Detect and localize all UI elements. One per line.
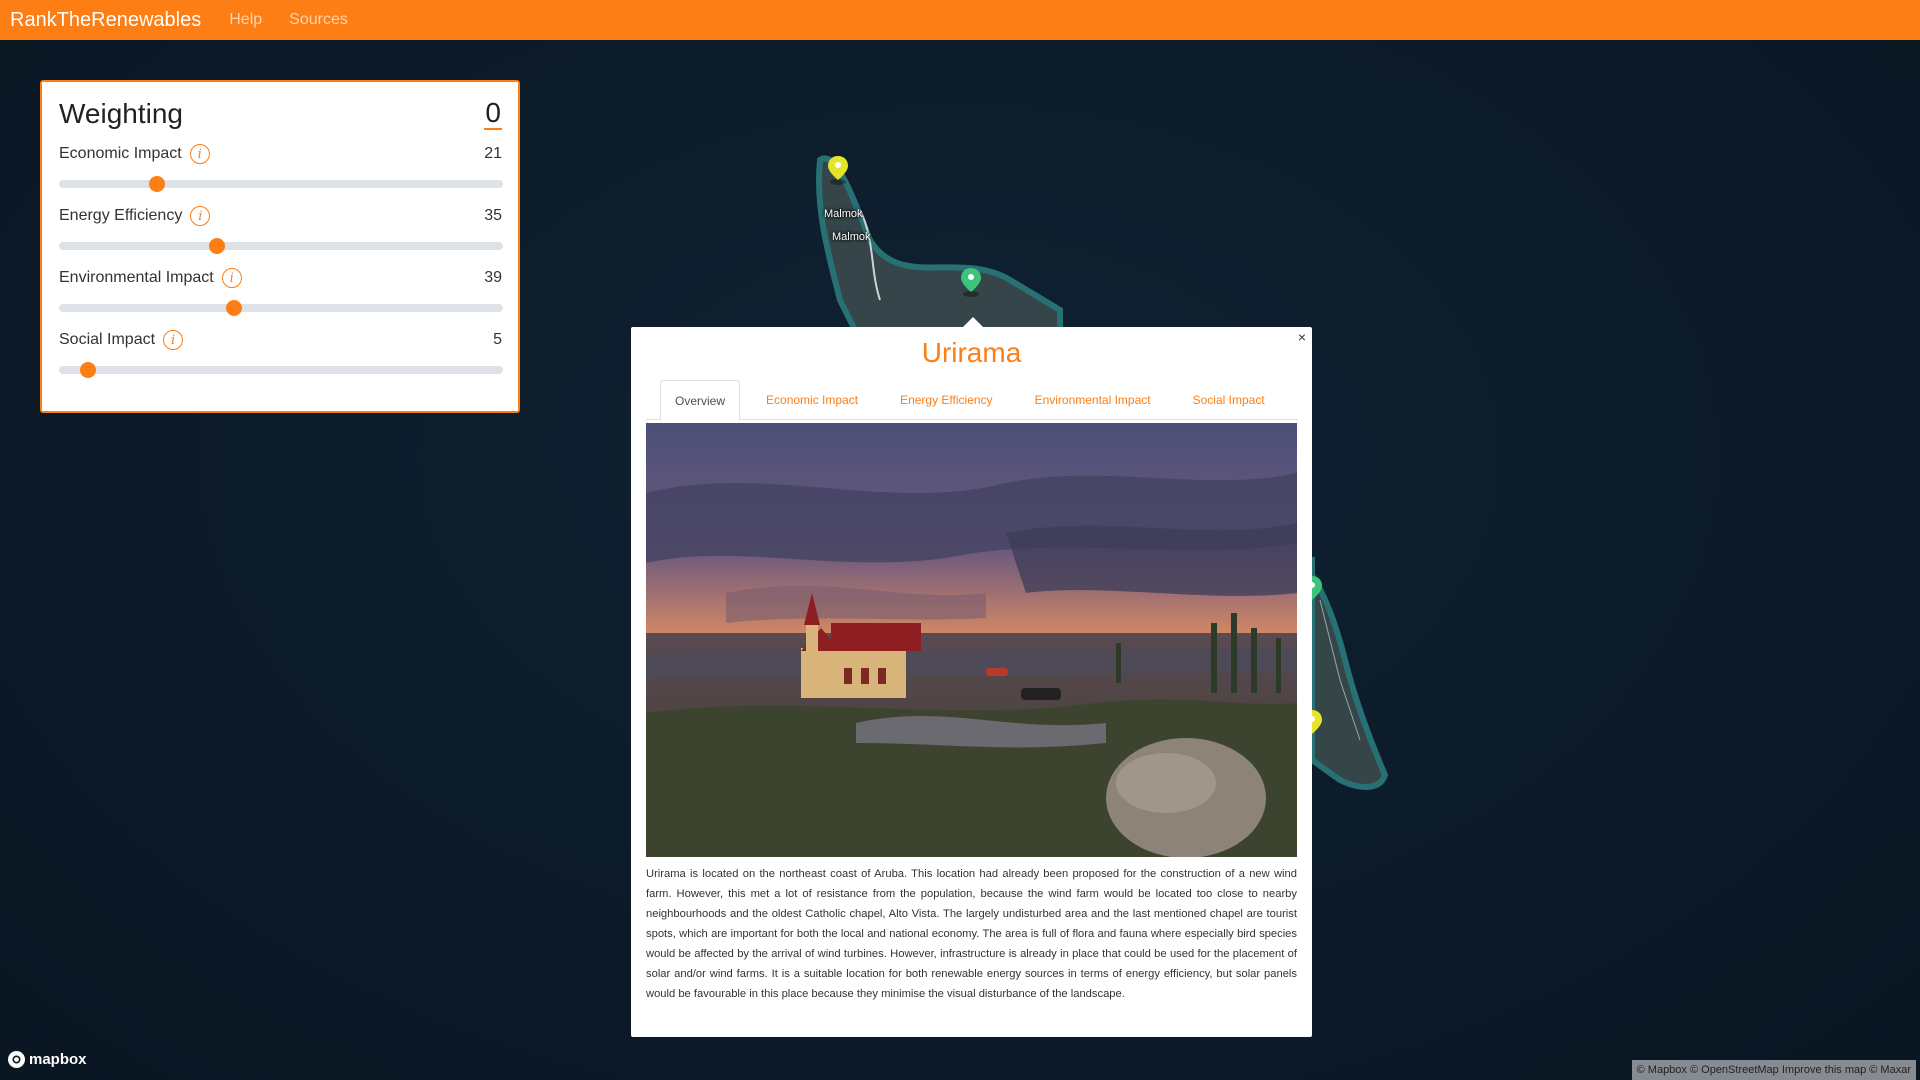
environmental-slider[interactable] [59,300,503,316]
tab-economic-impact[interactable]: Economic Impact [752,380,872,420]
weight-label: Social Impact [59,331,156,348]
mapbox-logo[interactable]: mapbox [8,1051,87,1068]
social-slider[interactable] [59,362,503,378]
sunset-chapel-image [646,423,1297,857]
info-icon[interactable]: i [190,206,211,226]
nav-link-help[interactable]: Help [229,11,262,29]
mapbox-logo-icon [8,1051,25,1068]
brand-link[interactable]: RankTheRenewables [10,9,201,32]
weight-row-energy: Energy Efficiency i 35 [59,204,503,266]
weight-value: 35 [484,207,502,224]
nav-link-sources[interactable]: Sources [289,11,348,29]
navbar: RankTheRenewables Help Sources [0,0,1920,40]
energy-slider[interactable] [59,238,503,254]
location-popup: × Urirama Overview Economic Impact Energ… [631,317,1312,1037]
weight-value: 39 [484,269,502,286]
location-photo [646,423,1297,857]
map-place-label: Malmok [824,208,863,220]
close-icon[interactable]: × [1298,329,1306,345]
slider-thumb[interactable] [225,300,242,316]
mapbox-logo-text: mapbox [29,1051,87,1068]
info-icon[interactable]: i [189,144,210,164]
economic-slider[interactable] [59,176,503,192]
island-north [816,155,1063,343]
weight-row-social: Social Impact i 5 [59,328,503,390]
tab-environmental-impact[interactable]: Environmental Impact [1021,380,1165,420]
weighting-panel: Weighting 0 Economic Impact i 21 Energy … [40,80,520,413]
popup-tabs: Overview Economic Impact Energy Efficien… [646,380,1298,421]
weight-value: 21 [484,145,502,162]
weight-row-environmental: Environmental Impact i 39 [59,266,503,328]
weight-row-economic: Economic Impact i 21 [59,142,503,204]
weighting-title: Weighting [59,98,184,129]
tab-overview[interactable]: Overview [660,380,741,421]
info-icon[interactable]: i [163,330,184,350]
tab-social-impact[interactable]: Social Impact [1179,380,1279,420]
weight-label: Energy Efficiency [59,207,183,224]
weight-label: Economic Impact [59,145,182,162]
map-place-label: Malmok [832,231,871,243]
location-description: Urirama is located on the northeast coas… [646,868,1297,1000]
info-icon[interactable]: i [221,268,242,288]
slider-thumb[interactable] [148,176,165,192]
popup-tip [963,317,983,327]
slider-thumb[interactable] [80,362,97,378]
popup-title: Urirama [921,337,1022,368]
map-attribution[interactable]: © Mapbox © OpenStreetMap Improve this ma… [1631,1060,1916,1080]
weight-label: Environmental Impact [59,269,214,286]
weight-value: 5 [493,331,502,348]
tab-energy-efficiency[interactable]: Energy Efficiency [886,380,1007,420]
slider-thumb[interactable] [208,238,225,254]
weighting-total: 0 [484,97,502,130]
